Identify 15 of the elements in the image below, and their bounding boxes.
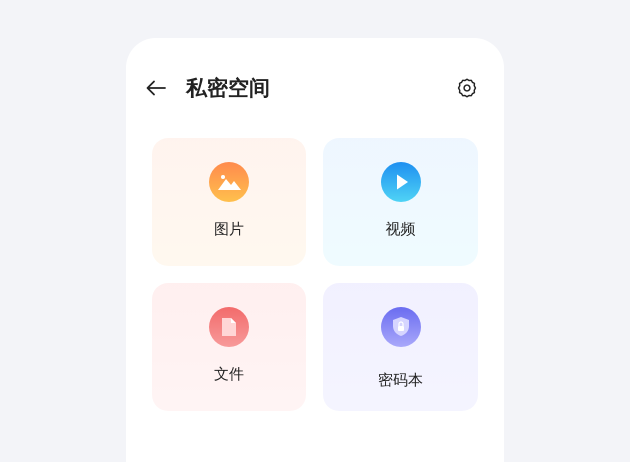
page-title: 私密空间 xyxy=(186,75,271,102)
mountain-image-icon xyxy=(209,162,249,202)
category-card[interactable]: 视频 xyxy=(323,138,478,266)
shield-lock-icon xyxy=(380,307,420,347)
card-label: 密码本 xyxy=(378,371,423,390)
category-card[interactable]: 图片 xyxy=(152,138,306,266)
settings-icon[interactable] xyxy=(456,77,478,99)
card-label: 文件 xyxy=(214,365,244,384)
card-label: 图片 xyxy=(214,220,244,239)
document-icon xyxy=(209,307,249,347)
category-card[interactable]: 密码本 xyxy=(323,283,478,411)
play-icon xyxy=(380,162,420,202)
back-arrow-icon[interactable] xyxy=(146,80,166,96)
card-label: 视频 xyxy=(386,220,416,239)
category-card[interactable]: 文件 xyxy=(152,283,306,411)
